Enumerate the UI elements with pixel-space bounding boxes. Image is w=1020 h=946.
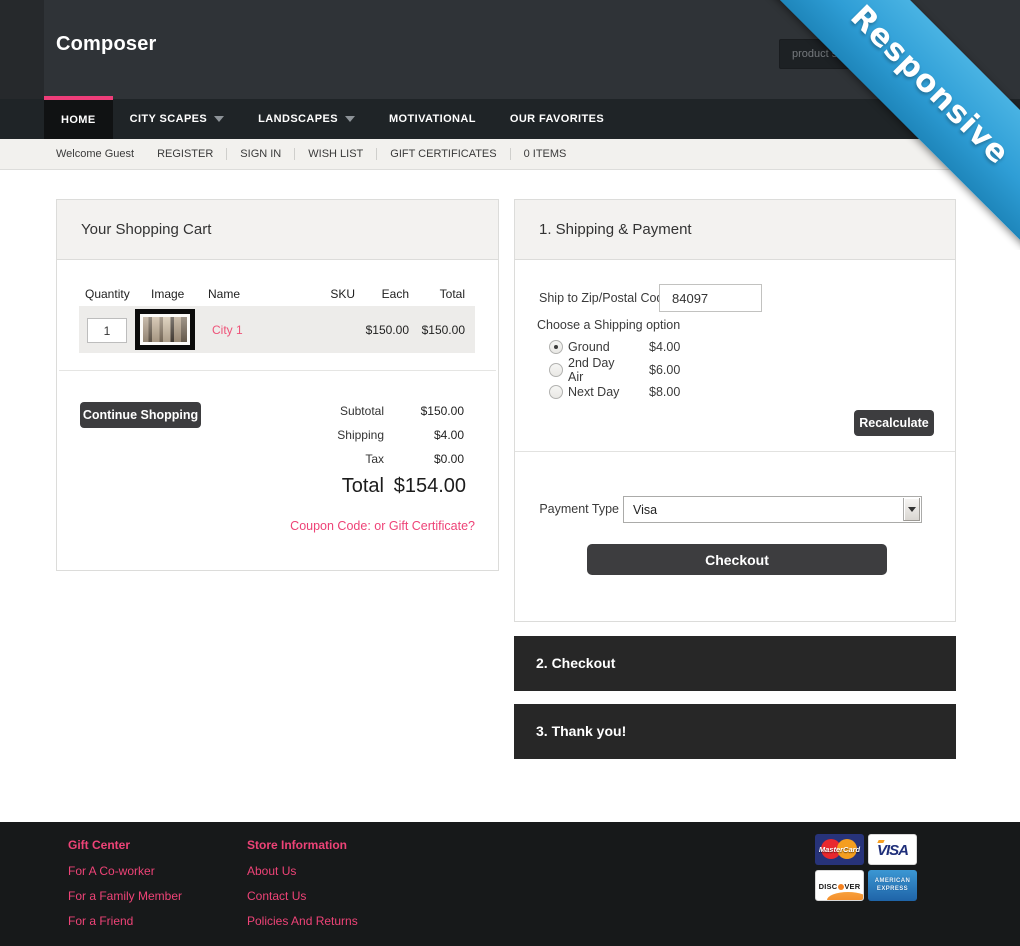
- radio-icon[interactable]: [549, 385, 563, 399]
- column-header-each: Each: [382, 287, 409, 301]
- section-divider: [515, 451, 955, 452]
- chevron-down-icon: [345, 116, 355, 122]
- zip-label: Ship to Zip/Postal Code: [539, 291, 670, 305]
- product-thumbnail[interactable]: [135, 309, 195, 350]
- nav-item-our-favorites[interactable]: OUR FAVORITES: [493, 99, 621, 139]
- cart-panel-title: Your Shopping Cart: [57, 200, 498, 260]
- welcome-text: Welcome Guest: [56, 148, 134, 160]
- nav-item-city-scapes[interactable]: CITY SCAPES: [113, 99, 242, 139]
- quantity-input[interactable]: [87, 318, 127, 343]
- site-logo[interactable]: Composer: [56, 33, 157, 56]
- chevron-down-icon: [908, 507, 916, 512]
- footer-column-gift-center: Gift Center For A Co-worker For a Family…: [68, 838, 182, 939]
- policies-and-returns-link[interactable]: Policies And Returns: [247, 914, 358, 928]
- footer-column-store-information: Store Information About Us Contact Us Po…: [247, 838, 358, 939]
- payment-type-select[interactable]: Visa: [623, 496, 922, 523]
- shipping-panel-title: 1. Shipping & Payment: [515, 200, 955, 260]
- subtotal-value: $150.00: [421, 404, 464, 418]
- nav-item-motivational[interactable]: MOTIVATIONAL: [372, 99, 493, 139]
- nav-item-label: CITY SCAPES: [130, 113, 208, 125]
- search-input[interactable]: [779, 39, 931, 69]
- payment-type-value: Visa: [633, 503, 657, 517]
- for-a-coworker-link[interactable]: For A Co-worker: [68, 864, 182, 878]
- nav-item-label: HOME: [61, 114, 96, 126]
- tax-label: Tax: [365, 452, 384, 466]
- shipping-option-ground[interactable]: Ground $4.00: [549, 339, 680, 354]
- page: Composer Responsive HOME CITY SCAPES LAN…: [0, 0, 1020, 946]
- step-checkout-bar: 2. Checkout: [514, 636, 956, 691]
- nav-item-label: OUR FAVORITES: [510, 113, 604, 125]
- radio-label[interactable]: 2nd Day Air: [568, 356, 628, 384]
- sign-in-link[interactable]: SIGN IN: [226, 148, 294, 160]
- column-header-image: Image: [151, 287, 184, 301]
- item-each-price: $150.00: [366, 323, 409, 337]
- shipping-option-2nd-day-air[interactable]: 2nd Day Air $6.00: [549, 362, 680, 377]
- radio-label[interactable]: Next Day: [568, 385, 628, 399]
- radio-icon[interactable]: [549, 363, 563, 377]
- about-us-link[interactable]: About Us: [247, 864, 358, 878]
- item-total-price: $150.00: [422, 323, 465, 337]
- shipping-label: Shipping: [337, 428, 384, 442]
- shipping-option-next-day[interactable]: Next Day $8.00: [549, 384, 680, 399]
- account-bar: Welcome Guest REGISTER SIGN IN WISH LIST…: [0, 139, 1020, 170]
- contact-us-link[interactable]: Contact Us: [247, 889, 358, 903]
- column-header-name: Name: [208, 287, 240, 301]
- shopping-cart-panel: Your Shopping Cart Quantity Image Name S…: [56, 199, 499, 571]
- option-price: $8.00: [649, 385, 680, 399]
- visa-icon: VISA: [868, 834, 917, 865]
- tax-value: $0.00: [434, 452, 464, 466]
- for-a-family-member-link[interactable]: For a Family Member: [68, 889, 182, 903]
- cart-items-link[interactable]: 0 ITEMS: [510, 148, 580, 160]
- nav-item-label: MOTIVATIONAL: [389, 113, 476, 125]
- option-price: $4.00: [649, 340, 680, 354]
- mastercard-icon: MasterCard: [815, 834, 864, 865]
- column-header-sku: SKU: [330, 287, 355, 301]
- amex-icon: AMERICANEXPRESS: [868, 870, 917, 901]
- zip-input[interactable]: [659, 284, 762, 312]
- subtotal-label: Subtotal: [340, 404, 384, 418]
- register-link[interactable]: REGISTER: [144, 148, 226, 160]
- checkout-button[interactable]: Checkout: [587, 544, 887, 575]
- select-dropdown-button[interactable]: [903, 498, 920, 521]
- gift-center-link[interactable]: Gift Center: [68, 838, 182, 852]
- option-price: $6.00: [649, 363, 680, 377]
- table-bottom-rule: [59, 370, 496, 371]
- gift-certificates-link[interactable]: GIFT CERTIFICATES: [376, 148, 509, 160]
- site-footer: Gift Center For A Co-worker For a Family…: [0, 822, 1020, 946]
- thumbnail-matte: [140, 314, 190, 345]
- shipping-option-label: Choose a Shipping option: [537, 318, 680, 332]
- main-nav: HOME CITY SCAPES LANDSCAPES MOTIVATIONAL…: [0, 99, 1020, 139]
- nav-item-landscapes[interactable]: LANDSCAPES: [241, 99, 372, 139]
- coupon-gift-certificate-link[interactable]: Coupon Code: or Gift Certificate?: [290, 519, 475, 533]
- radio-label[interactable]: Ground: [568, 340, 628, 354]
- nav-item-home[interactable]: HOME: [44, 96, 113, 139]
- total-label: Total: [342, 475, 384, 498]
- continue-shopping-button[interactable]: Continue Shopping: [80, 402, 201, 428]
- chevron-down-icon: [214, 116, 224, 122]
- radio-icon[interactable]: [549, 340, 563, 354]
- step-thank-you-bar: 3. Thank you!: [514, 704, 956, 759]
- for-a-friend-link[interactable]: For a Friend: [68, 914, 182, 928]
- store-information-link[interactable]: Store Information: [247, 838, 358, 852]
- discover-icon: DISCVER: [815, 870, 864, 901]
- nav-item-label: LANDSCAPES: [258, 113, 338, 125]
- payment-type-label: Payment Type: [539, 502, 619, 516]
- product-name-link[interactable]: City 1: [212, 323, 243, 337]
- shipping-payment-panel: 1. Shipping & Payment Ship to Zip/Postal…: [514, 199, 956, 622]
- recalculate-button[interactable]: Recalculate: [854, 410, 934, 436]
- shipping-value: $4.00: [434, 428, 464, 442]
- total-value: $154.00: [394, 475, 466, 498]
- site-header: Composer: [0, 0, 1020, 99]
- column-header-total: Total: [440, 287, 465, 301]
- wish-list-link[interactable]: WISH LIST: [294, 148, 376, 160]
- city-photo: [143, 317, 187, 342]
- column-header-quantity: Quantity: [85, 287, 130, 301]
